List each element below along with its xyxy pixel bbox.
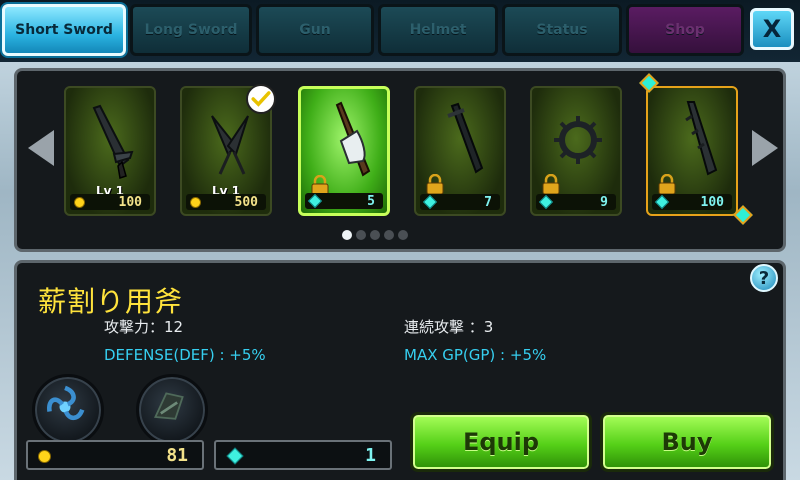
skill-slot-locked[interactable]: [136, 374, 208, 446]
item-price: 9: [600, 194, 608, 210]
tab-shop[interactable]: Shop: [626, 4, 744, 56]
tab-short-sword[interactable]: Short Sword: [2, 4, 126, 56]
page-dot[interactable]: [356, 230, 366, 240]
item-price: 500: [234, 194, 258, 210]
item-price: 7: [484, 194, 492, 210]
price-bar: 5: [305, 193, 383, 209]
page-dot[interactable]: [398, 230, 408, 240]
gold-balance: 81: [26, 440, 204, 470]
price-bar: 100: [70, 194, 150, 210]
item-card-axe[interactable]: 5: [298, 86, 390, 216]
category-tab-bar: Short Sword Long Sword Gun Helmet Status…: [0, 0, 800, 62]
combo-stat: 連続攻撃 ：3: [404, 318, 494, 336]
tab-status[interactable]: Status: [502, 4, 622, 56]
lock-icon: [542, 174, 560, 194]
help-button[interactable]: ?: [750, 264, 778, 292]
dark-blade-icon: [447, 102, 484, 174]
jagged-sword-icon: [685, 101, 718, 176]
item-price: 100: [700, 194, 724, 210]
price-bar: 7: [420, 194, 500, 210]
price-bar: 100: [652, 194, 732, 210]
close-button[interactable]: X: [750, 8, 794, 50]
carousel-prev-arrow-icon[interactable]: [28, 130, 54, 166]
lock-icon: [426, 174, 444, 194]
tab-helmet[interactable]: Helmet: [378, 4, 498, 56]
item-card-short-sword[interactable]: Lv 1 100: [64, 86, 156, 216]
attack-stat: 攻撃力：12: [104, 318, 184, 336]
buy-button[interactable]: Buy: [600, 412, 774, 472]
lock-icon: [311, 175, 329, 195]
item-card-spiked-ring[interactable]: 9: [530, 86, 622, 216]
axe-icon: [335, 101, 371, 177]
spiked-ring-icon: [554, 116, 602, 164]
page-dot[interactable]: [370, 230, 380, 240]
equipped-check-icon: [246, 84, 276, 114]
item-card-kunai[interactable]: Lv 1 500: [180, 84, 276, 216]
skill-slot-shuriken[interactable]: [32, 374, 104, 446]
gem-amount: 1: [365, 445, 376, 466]
defense-bonus: DEFENSE(DEF) : +5%: [104, 346, 266, 364]
page-dot[interactable]: [342, 230, 352, 240]
gold-coin-icon: [38, 450, 51, 463]
price-bar: 500: [186, 194, 266, 210]
page-indicator: [342, 230, 408, 240]
carousel-next-arrow-icon[interactable]: [752, 130, 778, 166]
gold-coin-icon: [74, 196, 85, 208]
item-name: 薪割り用斧: [38, 285, 184, 318]
item-card-dark-blade[interactable]: 7: [414, 86, 506, 216]
item-price: 100: [118, 194, 142, 210]
short-sword-icon: [92, 104, 134, 179]
gold-amount: 81: [166, 445, 188, 466]
sealed-skill-icon: [153, 392, 184, 420]
item-price: 5: [367, 193, 375, 209]
gem-icon: [226, 447, 244, 465]
lock-icon: [658, 174, 676, 194]
tab-long-sword[interactable]: Long Sword: [130, 4, 252, 56]
page-dot[interactable]: [384, 230, 394, 240]
item-card-jagged-sword[interactable]: 100: [646, 86, 738, 216]
shuriken-swirl-icon: [47, 385, 85, 421]
gp-bonus: MAX GP(GP) : +5%: [404, 346, 547, 364]
equip-button[interactable]: Equip: [410, 412, 592, 472]
gold-coin-icon: [190, 196, 201, 208]
price-bar: 9: [536, 194, 616, 210]
gem-balance: 1: [214, 440, 392, 470]
tab-gun[interactable]: Gun: [256, 4, 374, 56]
